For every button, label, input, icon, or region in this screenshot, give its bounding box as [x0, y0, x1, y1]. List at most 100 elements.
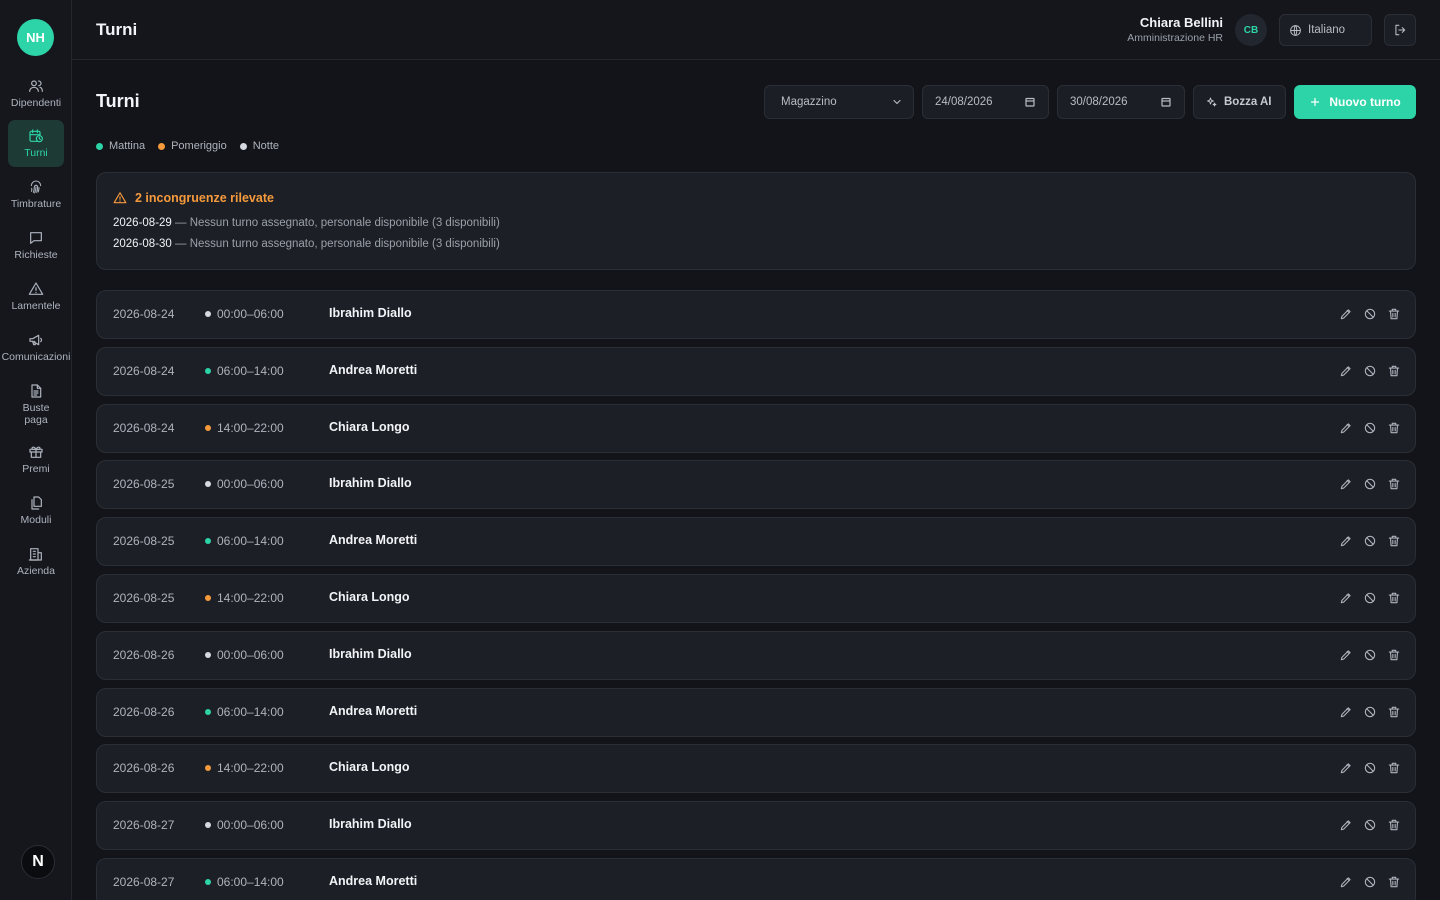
ban-icon[interactable] — [1363, 818, 1377, 832]
megaphone-icon — [29, 334, 43, 346]
shift-actions — [1339, 421, 1401, 435]
alert-item-date: 2026-08-29 — [113, 217, 172, 229]
shift-time: 06:00–14:00 — [205, 705, 284, 719]
bottom-logo[interactable]: N — [21, 845, 55, 879]
ban-icon[interactable] — [1363, 364, 1377, 378]
sidebar-item-moduli[interactable]: Moduli — [8, 487, 64, 534]
shift-actions — [1339, 307, 1401, 321]
shift-actions — [1339, 364, 1401, 378]
shift-row[interactable]: 2026-08-24 14:00–22:00 Chiara Longo — [96, 403, 1416, 453]
sidebar-item-label: Buste paga — [22, 402, 50, 427]
files-icon — [31, 496, 42, 510]
legend-dot — [96, 142, 103, 150]
trash-icon[interactable] — [1387, 648, 1401, 662]
calendar-icon[interactable] — [1024, 96, 1036, 108]
edit-icon[interactable] — [1339, 591, 1353, 605]
edit-icon[interactable] — [1339, 477, 1353, 491]
shift-actions — [1339, 477, 1401, 491]
app-logo[interactable]: NH — [17, 19, 54, 56]
ban-icon[interactable] — [1363, 477, 1377, 491]
sidebar-item-premi[interactable]: Premi — [8, 436, 64, 483]
shift-row[interactable]: 2026-08-26 14:00–22:00 Chiara Longo — [96, 744, 1416, 794]
trash-icon[interactable] — [1387, 591, 1401, 605]
edit-icon[interactable] — [1339, 761, 1353, 775]
trash-icon[interactable] — [1387, 364, 1401, 378]
sidebar-item-label: Azienda — [17, 565, 55, 577]
location-select[interactable]: Magazzino — [764, 85, 914, 119]
shift-type-dot — [205, 765, 211, 772]
shift-type-dot — [205, 311, 211, 317]
ban-icon[interactable] — [1363, 534, 1377, 548]
shift-type-dot — [205, 481, 211, 488]
shift-row[interactable]: 2026-08-26 06:00–14:00 Andrea Moretti — [96, 687, 1416, 737]
sidebar-item-label: Premi — [22, 463, 50, 475]
sidebar-item-azienda[interactable]: Azienda — [8, 538, 64, 585]
sidebar-item-dipendenti[interactable]: Dipendenti — [8, 70, 64, 117]
shift-row[interactable]: 2026-08-27 06:00–14:00 Andrea Moretti — [96, 858, 1416, 900]
shift-row[interactable]: 2026-08-25 06:00–14:00 Andrea Moretti — [96, 517, 1416, 567]
ai-draft-button[interactable]: Bozza AI — [1193, 85, 1286, 119]
sidebar-item-lamentele[interactable]: Lamentele — [8, 273, 64, 320]
shift-actions — [1339, 648, 1401, 662]
shift-employee-name: Andrea Moretti — [329, 533, 418, 548]
ban-icon[interactable] — [1363, 307, 1377, 321]
legend-item-pomeriggio: Pomeriggio — [158, 140, 227, 152]
trash-icon[interactable] — [1387, 705, 1401, 719]
shift-type-dot — [205, 367, 211, 374]
date-to-value: 30/08/2026 — [1070, 96, 1128, 108]
legend-label: Pomeriggio — [171, 140, 227, 152]
edit-icon[interactable] — [1339, 875, 1353, 889]
ai-draft-label: Bozza AI — [1224, 96, 1272, 108]
calendar-icon[interactable] — [1160, 96, 1172, 108]
alert-header: 2 incongruenze rilevate — [113, 191, 274, 205]
trash-icon[interactable] — [1387, 477, 1401, 491]
trash-icon[interactable] — [1387, 534, 1401, 548]
ban-icon[interactable] — [1363, 705, 1377, 719]
shift-time-label: 06:00–14:00 — [217, 534, 284, 549]
shift-type-dot — [205, 651, 211, 658]
trash-icon[interactable] — [1387, 818, 1401, 832]
ban-icon[interactable] — [1363, 875, 1377, 889]
edit-icon[interactable] — [1339, 534, 1353, 548]
trash-icon[interactable] — [1387, 875, 1401, 889]
shift-time: 14:00–22:00 — [205, 761, 284, 775]
sidebar-item-timbrature[interactable]: Timbrature — [8, 171, 64, 218]
shift-row[interactable]: 2026-08-25 00:00–06:00 Ibrahim Diallo — [96, 460, 1416, 510]
alert-item-text: — Nessun turno assegnato, personale disp… — [171, 238, 500, 250]
shift-time-label: 14:00–22:00 — [217, 761, 284, 776]
logout-button[interactable] — [1384, 14, 1416, 46]
date-to-input[interactable]: 30/08/2026 — [1057, 85, 1185, 119]
shift-type-dot — [205, 538, 211, 545]
shift-row[interactable]: 2026-08-25 14:00–22:00 Chiara Longo — [96, 574, 1416, 623]
edit-icon[interactable] — [1339, 705, 1353, 719]
trash-icon[interactable] — [1387, 761, 1401, 775]
user-role: Amministrazione HR — [1127, 32, 1223, 44]
shift-type-dot — [205, 708, 211, 715]
ban-icon[interactable] — [1363, 761, 1377, 775]
edit-icon[interactable] — [1339, 421, 1353, 435]
sidebar-item-richieste[interactable]: Richieste — [8, 222, 64, 269]
users-icon — [29, 80, 43, 92]
edit-icon[interactable] — [1339, 364, 1353, 378]
trash-icon[interactable] — [1387, 307, 1401, 321]
shift-time-label: 00:00–06:00 — [217, 477, 284, 492]
date-from-input[interactable]: 24/08/2026 — [922, 85, 1049, 119]
language-selector[interactable]: Italiano — [1279, 14, 1372, 46]
avatar[interactable]: CB — [1235, 14, 1267, 46]
sidebar-item-buste-paga[interactable]: Buste paga — [8, 375, 64, 429]
shift-row[interactable]: 2026-08-24 00:00–06:00 Ibrahim Diallo — [96, 290, 1416, 339]
shift-row[interactable]: 2026-08-24 06:00–14:00 Andrea Moretti — [96, 346, 1416, 396]
new-shift-button[interactable]: Nuovo turno — [1294, 85, 1416, 119]
shift-row[interactable]: 2026-08-26 00:00–06:00 Ibrahim Diallo — [96, 630, 1416, 680]
sidebar-item-comunicazioni[interactable]: Comunicazioni — [2, 324, 70, 371]
sidebar-item-turni[interactable]: Turni — [8, 120, 64, 167]
edit-icon[interactable] — [1339, 818, 1353, 832]
ban-icon[interactable] — [1363, 421, 1377, 435]
ban-icon[interactable] — [1363, 648, 1377, 662]
ban-icon[interactable] — [1363, 591, 1377, 605]
shift-row[interactable]: 2026-08-27 00:00–06:00 Ibrahim Diallo — [96, 801, 1416, 851]
user-name: Chiara Bellini — [1139, 15, 1223, 30]
trash-icon[interactable] — [1387, 421, 1401, 435]
edit-icon[interactable] — [1339, 648, 1353, 662]
edit-icon[interactable] — [1339, 307, 1353, 321]
